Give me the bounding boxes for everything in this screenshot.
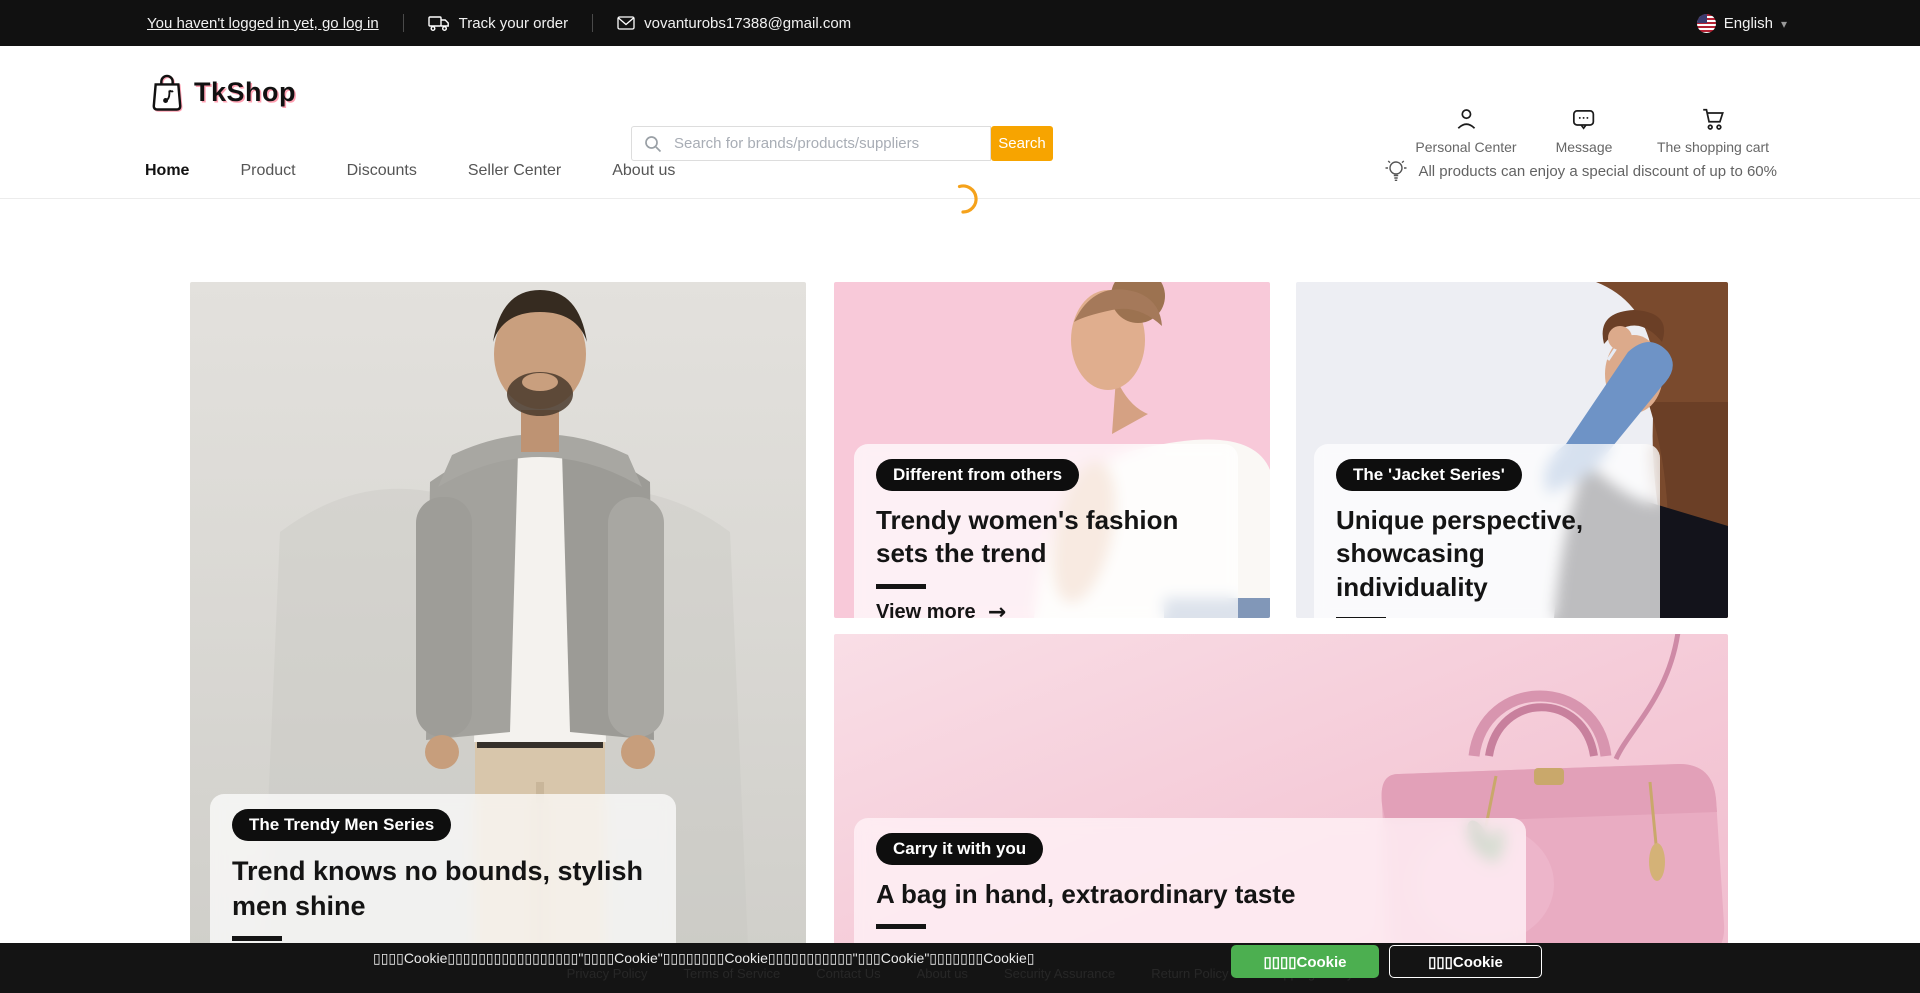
shopping-cart-button[interactable]: The shopping cart	[1657, 106, 1769, 155]
banner-badge: Carry it with you	[876, 833, 1043, 865]
brand-logo[interactable]: TkShop	[150, 72, 296, 112]
nav-item-seller-center[interactable]: Seller Center	[468, 162, 561, 180]
topbar-left: You haven't logged in yet, go log in Tra…	[147, 14, 851, 32]
banner-trendy-men: The Trendy Men Series Trend knows no bou…	[190, 282, 806, 993]
brand-name: TkShop	[194, 77, 296, 108]
divider	[876, 924, 926, 929]
nav-item-discounts[interactable]: Discounts	[347, 162, 417, 180]
cookie-accept-button[interactable]: ▯▯▯▯Cookie	[1231, 945, 1379, 978]
us-flag-icon	[1697, 14, 1716, 33]
banner-jacket-series: The 'Jacket Series' Unique perspective, …	[1296, 282, 1728, 618]
search-button[interactable]: Search	[991, 126, 1053, 161]
topbar: You haven't logged in yet, go log in Tra…	[0, 0, 1920, 46]
truck-icon	[428, 14, 450, 32]
search-icon	[644, 135, 662, 153]
banner-badge: Different from others	[876, 459, 1079, 491]
divider	[403, 14, 404, 32]
search-bar: Search	[631, 126, 1053, 161]
header: TkShop Search Personal Center	[0, 46, 1920, 144]
nav-items: Home Product Discounts Seller Center Abo…	[145, 144, 675, 198]
track-order-link[interactable]: Track your order	[428, 14, 568, 32]
divider	[1336, 617, 1386, 618]
message-label: Message	[1556, 139, 1613, 155]
language-label: English	[1724, 15, 1773, 32]
banner-title: Trendy women's fashion sets the trend	[876, 504, 1216, 571]
email-text: vovanturobs17388@gmail.com	[644, 15, 851, 32]
personal-center-label: Personal Center	[1415, 139, 1516, 155]
nav-item-home[interactable]: Home	[145, 162, 189, 180]
banner-title: Trend knows no bounds, stylish men shine	[232, 854, 654, 923]
contact-email: vovanturobs17388@gmail.com	[617, 15, 851, 32]
banner-title: Unique perspective, showcasing individua…	[1336, 504, 1638, 604]
view-more-label: View more	[876, 601, 976, 618]
banner-womens-fashion: Different from others Trendy women's fas…	[834, 282, 1270, 618]
login-link[interactable]: You haven't logged in yet, go log in	[147, 15, 379, 32]
banner-title: A bag in hand, extraordinary taste	[876, 878, 1504, 911]
envelope-icon	[617, 16, 635, 30]
cookie-banner: ▯▯▯▯Cookie▯▯▯▯▯▯▯▯▯▯▯▯▯▯▯▯▯"▯▯▯▯Cookie"▯…	[0, 943, 1920, 993]
divider	[876, 584, 926, 589]
banner-badge: The Trendy Men Series	[232, 809, 451, 841]
banner-bag: Carry it with you A bag in hand, extraor…	[834, 634, 1728, 993]
cart-icon	[1700, 106, 1726, 132]
divider	[232, 936, 282, 941]
user-icon	[1453, 106, 1479, 132]
search-input[interactable]	[672, 134, 978, 153]
banner-overlay: The 'Jacket Series' Unique perspective, …	[1314, 444, 1660, 618]
search-box[interactable]	[631, 126, 991, 161]
arrow-right-icon	[988, 600, 1006, 618]
message-bubble-icon	[1571, 106, 1597, 132]
promo-text: All products can enjoy a special discoun…	[1418, 163, 1777, 180]
bulb-icon	[1384, 158, 1408, 184]
banner-badge: The 'Jacket Series'	[1336, 459, 1522, 491]
view-more-link[interactable]: View more	[876, 600, 1006, 618]
divider	[592, 14, 593, 32]
shopping-cart-label: The shopping cart	[1657, 139, 1769, 155]
track-order-label: Track your order	[459, 15, 568, 32]
loading-spinner	[947, 183, 979, 215]
language-selector[interactable]: English	[1697, 14, 1787, 33]
caret-down-icon	[1781, 15, 1787, 32]
nav-item-about-us[interactable]: About us	[612, 162, 675, 180]
shopping-bag-logo-icon	[150, 72, 184, 112]
message-button[interactable]: Message	[1556, 106, 1613, 155]
cookie-message: ▯▯▯▯Cookie▯▯▯▯▯▯▯▯▯▯▯▯▯▯▯▯▯"▯▯▯▯Cookie"▯…	[373, 950, 1035, 967]
nav-item-product[interactable]: Product	[240, 162, 295, 180]
personal-center-button[interactable]: Personal Center	[1415, 106, 1516, 155]
banner-overlay: Different from others Trendy women's fas…	[854, 444, 1238, 618]
cookie-reject-button[interactable]: ▯▯▯Cookie	[1389, 945, 1542, 978]
